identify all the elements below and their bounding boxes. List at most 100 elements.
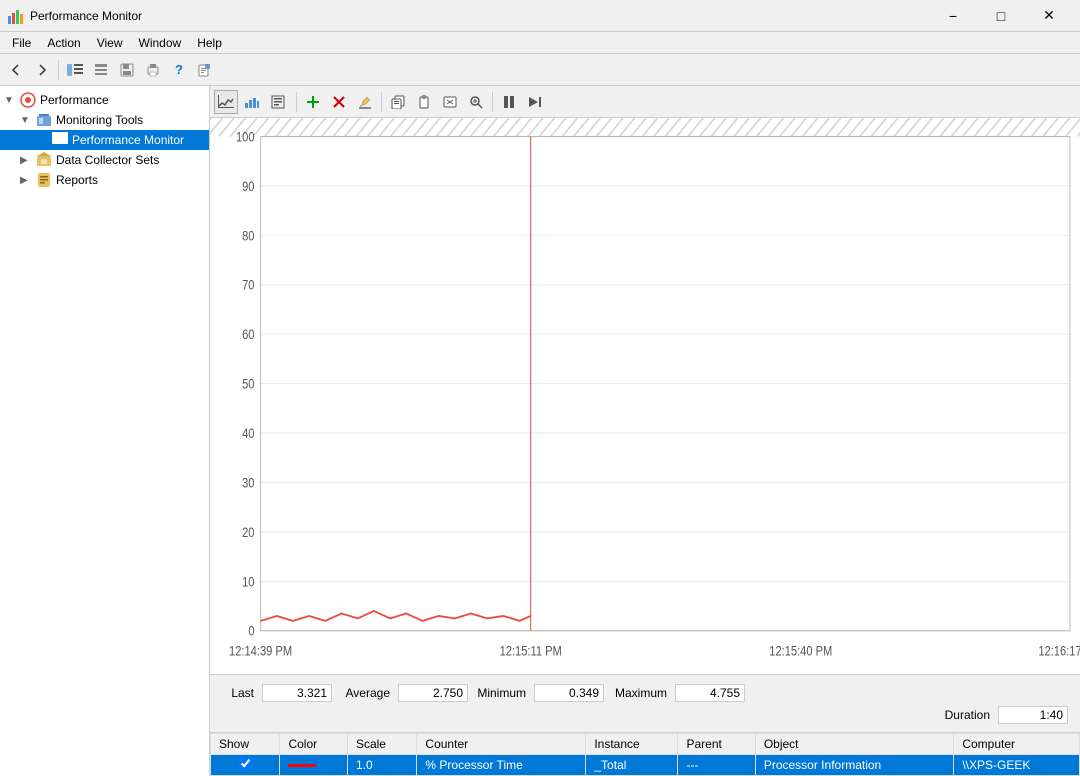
reports-icon [36,172,52,188]
sidebar-item-reports[interactable]: ▶ Reports [0,170,209,190]
close-button[interactable]: ✕ [1026,0,1072,32]
last-label: Last [222,686,254,700]
sidebar-item-performance[interactable]: ▼ Performance [0,90,209,110]
sidebar-label-reports: Reports [56,173,98,187]
tree-toggle-reports[interactable]: ▶ [20,175,36,186]
sidebar-label-data-collector: Data Collector Sets [56,153,159,167]
chart-toolbar [210,86,1080,118]
performance-chart: 100 90 80 70 60 50 40 [210,118,1080,674]
svg-text:20: 20 [242,525,254,540]
counter-table: Show Color Scale Counter Instance Parent… [210,733,1080,776]
chart-container[interactable]: 100 90 80 70 60 50 40 [210,118,1080,674]
col-computer: Computer [954,734,1080,755]
delete-counter-button[interactable] [327,90,351,114]
average-value: 2.750 [398,684,468,702]
last-value: 3.321 [262,684,332,702]
view-graph-button[interactable] [214,90,238,114]
up-button[interactable] [89,58,113,82]
pause-button[interactable] [497,90,521,114]
sidebar: ▼ Performance ▼ Monitoring Tools [0,86,210,776]
menu-bar: File Action View Window Help [0,32,1080,54]
back-button[interactable] [4,58,28,82]
tree-toggle-monitoring[interactable]: ▼ [20,115,36,126]
duration-label: Duration [935,708,990,722]
row-scale: 1.0 [347,755,416,776]
print-button[interactable] [141,58,165,82]
help-button[interactable]: ? [167,58,191,82]
sidebar-label-performance: Performance [40,93,109,107]
svg-text:90: 90 [242,179,254,194]
counter-table-container: Show Color Scale Counter Instance Parent… [210,732,1080,776]
row-object: Processor Information [755,755,954,776]
sidebar-label-perf-monitor: Performance Monitor [72,133,184,147]
highlight-button[interactable] [353,90,377,114]
svg-text:12:14:39 PM: 12:14:39 PM [229,643,292,658]
row-computer: \\XPS-GEEK [954,755,1080,776]
sidebar-item-monitoring-tools[interactable]: ▼ Monitoring Tools [0,110,209,130]
col-show: Show [211,734,280,755]
col-color: Color [280,734,347,755]
sidebar-item-performance-monitor[interactable]: ▶ Performance Monitor [0,130,209,150]
maximum-label: Maximum [612,686,667,700]
svg-text:12:15:40 PM: 12:15:40 PM [769,643,832,658]
clear-display-button[interactable] [438,90,462,114]
open-logfile-button[interactable] [193,58,217,82]
minimize-button[interactable]: − [930,0,976,32]
sidebar-label-monitoring-tools: Monitoring Tools [56,113,143,127]
show-checkbox[interactable] [239,757,252,770]
row-parent: --- [678,755,755,776]
copy-properties-button[interactable] [386,90,410,114]
color-indicator [288,764,316,767]
menu-help[interactable]: Help [189,34,230,52]
minimum-value: 0.349 [534,684,604,702]
col-scale: Scale [347,734,416,755]
row-color [280,755,347,776]
performance-icon [20,92,36,108]
window-title: Performance Monitor [30,9,930,23]
average-label: Average [340,686,390,700]
svg-text:12:15:11 PM: 12:15:11 PM [500,643,562,658]
view-histogram-button[interactable] [240,90,264,114]
add-counter-button[interactable] [301,90,325,114]
svg-text:100: 100 [236,129,255,144]
svg-text:30: 30 [242,475,254,490]
svg-text:12:16:17 PM: 12:16:17 PM [1038,643,1080,658]
window-controls: − □ ✕ [930,0,1072,32]
row-show[interactable] [211,755,280,776]
save-settings-button[interactable] [115,58,139,82]
next-frame-button[interactable] [523,90,547,114]
svg-text:50: 50 [242,377,254,392]
data-collector-icon [36,152,52,168]
paste-counter-button[interactable] [412,90,436,114]
row-instance: _Total [586,755,678,776]
menu-file[interactable]: File [4,34,39,52]
table-row[interactable]: 1.0 % Processor Time _Total --- Processo… [211,755,1080,776]
col-parent: Parent [678,734,755,755]
col-counter: Counter [417,734,586,755]
forward-button[interactable] [30,58,54,82]
menu-action[interactable]: Action [39,34,88,52]
tree-toggle-performance[interactable]: ▼ [4,95,20,106]
monitoring-tools-icon [36,112,52,128]
svg-text:80: 80 [242,228,254,243]
stats-bar: Last 3.321 Average 2.750 Minimum 0.349 M… [210,674,1080,732]
restore-button[interactable]: □ [978,0,1024,32]
show-action-pane-button[interactable] [63,58,87,82]
svg-text:10: 10 [242,574,254,589]
duration-value: 1:40 [998,706,1068,724]
content-area: 100 90 80 70 60 50 40 [210,86,1080,776]
sidebar-item-data-collector-sets[interactable]: ▶ Data Collector Sets [0,150,209,170]
app-icon [8,8,24,24]
maximum-value: 4.755 [675,684,745,702]
menu-view[interactable]: View [89,34,131,52]
view-report-button[interactable] [266,90,290,114]
main-layout: ▼ Performance ▼ Monitoring Tools [0,86,1080,776]
menu-window[interactable]: Window [131,34,190,52]
tree-toggle-data-collector[interactable]: ▶ [20,155,36,166]
title-bar: Performance Monitor − □ ✕ [0,0,1080,32]
row-counter: % Processor Time [417,755,586,776]
svg-text:60: 60 [242,327,254,342]
minimum-label: Minimum [476,686,526,700]
col-object: Object [755,734,954,755]
scroll-down-button[interactable] [464,90,488,114]
